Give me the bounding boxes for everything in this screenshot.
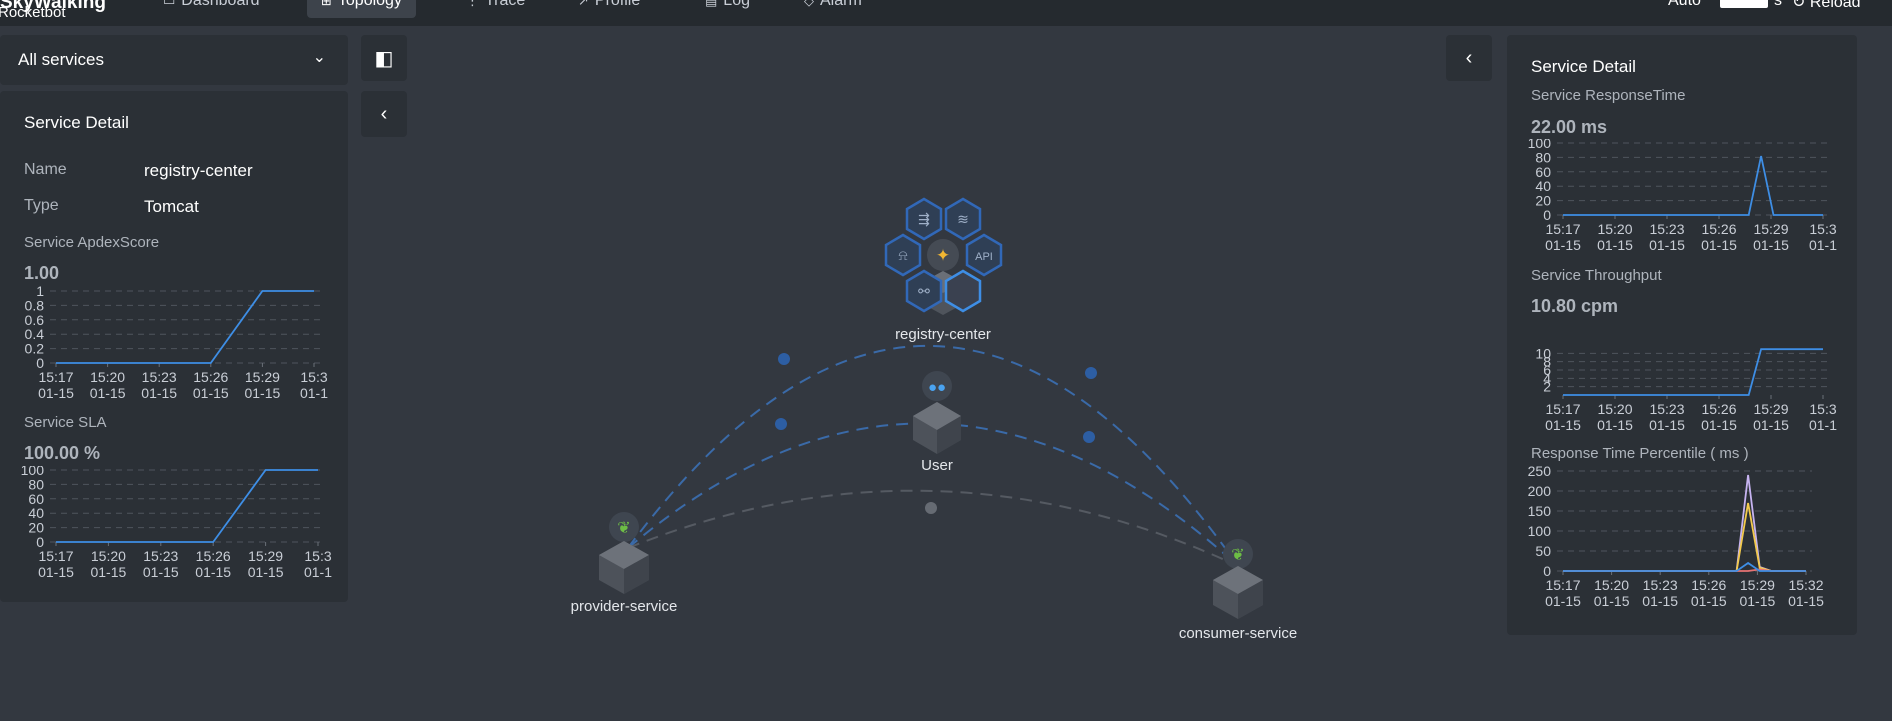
- node-provider-service[interactable]: ❦ provider-service: [571, 512, 678, 615]
- node-label: registry-center: [895, 326, 991, 343]
- svg-text:✦: ✦: [936, 246, 950, 265]
- node-label: User: [921, 457, 953, 474]
- node-user[interactable]: ●● User: [913, 371, 961, 474]
- node-registry-center[interactable]: ✦ ⇶ ≋ ⍾ API ⚯ registry-center: [884, 197, 1003, 343]
- svg-text:≋: ≋: [957, 211, 969, 227]
- empty-hex[interactable]: [944, 269, 982, 313]
- link-dot[interactable]: [775, 418, 787, 430]
- svg-text:⍾: ⍾: [898, 247, 907, 263]
- link-dot[interactable]: [778, 353, 790, 365]
- link-dot[interactable]: [1085, 367, 1097, 379]
- topology-graph: ✦ ⇶ ≋ ⍾ API ⚯ registry-center ●● User ❦ …: [571, 197, 1297, 642]
- svg-text:API: API: [975, 251, 993, 263]
- svg-text:❦: ❦: [1231, 547, 1244, 564]
- svg-text:●●: ●●: [928, 379, 946, 396]
- node-label: provider-service: [571, 598, 678, 615]
- node-consumer-service[interactable]: ❦ consumer-service: [1179, 539, 1297, 642]
- svg-text:⇶: ⇶: [918, 211, 930, 227]
- node-label: consumer-service: [1179, 625, 1297, 642]
- svg-text:⚯: ⚯: [918, 283, 930, 299]
- link-dot[interactable]: [1083, 431, 1095, 443]
- link-dot[interactable]: [925, 502, 937, 514]
- link-provider-consumer-gray[interactable]: [627, 489, 1239, 567]
- svg-text:❦: ❦: [617, 520, 630, 537]
